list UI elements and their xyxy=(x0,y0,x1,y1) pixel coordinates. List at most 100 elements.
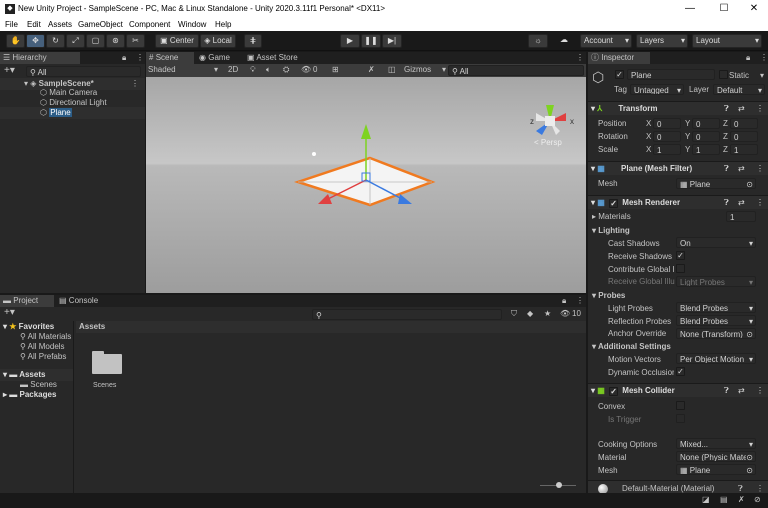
tab-inspector[interactable]: ⓘ Inspector xyxy=(588,52,650,64)
additional-settings-foldout[interactable]: ▾ Additional Settings xyxy=(592,342,671,351)
folder-scenes[interactable] xyxy=(92,351,122,375)
preset-icon[interactable]: ⇄ xyxy=(738,102,745,116)
motion-vectors-dropdown[interactable]: Per Object Motion xyxy=(676,353,756,364)
static-dropdown-icon[interactable]: ▾ xyxy=(760,71,764,80)
layout-dropdown[interactable]: Layout xyxy=(692,34,762,48)
gizmo-x-arrow[interactable] xyxy=(318,194,332,204)
scene-search-input[interactable]: ⚲ All xyxy=(448,65,584,76)
help-icon[interactable]: ❓︎ xyxy=(724,384,729,398)
layers-dropdown[interactable]: Layers xyxy=(636,34,688,48)
rotation-y-field[interactable]: 0 xyxy=(692,131,720,142)
preset-icon[interactable]: ⇄ xyxy=(738,162,745,176)
project-search-input[interactable]: ⚲ xyxy=(312,309,502,320)
step-button[interactable]: ▶| xyxy=(382,34,402,48)
mode-2d-button[interactable]: 2D xyxy=(228,65,238,74)
component-menu-icon[interactable]: ⋮ xyxy=(756,196,764,210)
pause-button[interactable]: ❚❚ xyxy=(361,34,381,48)
panel-menu-icon[interactable]: ⋮ xyxy=(760,53,768,62)
contribute-gi-checkbox[interactable] xyxy=(676,264,685,273)
packages-node[interactable]: ▸ ▬ Packages xyxy=(3,389,56,401)
reflection-probes-dropdown[interactable]: Blend Probes xyxy=(676,315,756,326)
lock-icon[interactable]: 🔒︎ xyxy=(562,296,566,306)
light-icon[interactable] xyxy=(312,152,316,156)
close-button[interactable]: ✕ xyxy=(744,2,764,16)
panel-menu-icon[interactable]: ⋮ xyxy=(576,296,584,305)
component-menu-icon[interactable]: ⋮ xyxy=(756,384,764,398)
materials-foldout[interactable]: ▸ Materials xyxy=(592,212,631,221)
light-probes-dropdown[interactable]: Blend Probes xyxy=(676,302,756,313)
maximize-button[interactable]: ☐ xyxy=(714,2,734,16)
position-z-field[interactable]: 0 xyxy=(730,118,758,129)
convex-checkbox[interactable] xyxy=(676,401,685,410)
help-icon[interactable]: ❓︎ xyxy=(724,102,729,116)
rotation-z-field[interactable]: 0 xyxy=(730,131,758,142)
tag-dropdown[interactable]: Untagged xyxy=(630,84,684,95)
menu-gameobject[interactable]: GameObject xyxy=(78,20,123,29)
list-item[interactable]: ⚲ All Prefabs xyxy=(20,351,66,363)
object-picker-icon[interactable]: ⊙ xyxy=(746,179,753,188)
menu-assets[interactable]: Assets xyxy=(48,20,72,29)
object-name-input[interactable]: Plane xyxy=(627,69,715,80)
hierarchy-search-input[interactable]: ⚲ All xyxy=(26,66,141,77)
component-menu-icon[interactable]: ⋮ xyxy=(756,102,764,116)
probes-foldout[interactable]: ▾ Probes xyxy=(592,291,625,300)
progress-check-icon[interactable]: ⊘ xyxy=(754,495,761,504)
lighting-icon[interactable]: 💡︎ xyxy=(250,65,256,75)
effects-icon[interactable]: ⛭ xyxy=(283,65,289,75)
scene-viewport[interactable]: z x < Persp xyxy=(146,77,586,293)
mesh-collider-enabled-checkbox[interactable]: ✓ xyxy=(609,387,619,396)
menu-help[interactable]: Help xyxy=(215,20,231,29)
breadcrumb[interactable]: Assets xyxy=(76,321,586,333)
tab-asset-store[interactable]: ▣ Asset Store xyxy=(244,52,308,64)
position-y-field[interactable]: 0 xyxy=(692,118,720,129)
bug-icon[interactable]: ✗ xyxy=(738,495,745,504)
persp-label[interactable]: < Persp xyxy=(534,138,562,147)
transform-header[interactable]: ▾ ⅄ Transform ❓︎ ⇄ ⋮ xyxy=(588,101,768,115)
rect-tool-icon[interactable]: ▢ xyxy=(86,34,105,48)
gizmo-y-arrow[interactable] xyxy=(361,124,371,139)
tab-console[interactable]: ▤ Console xyxy=(56,295,106,307)
panel-menu-icon[interactable]: ⋮ xyxy=(576,53,584,62)
collider-mesh-field[interactable]: ▦ Plane ⊙ xyxy=(676,464,756,475)
hidden-packages-icon[interactable]: 👁︎ xyxy=(560,309,570,318)
hidden-objects-icon[interactable]: 👁︎ xyxy=(301,65,311,74)
tab-scene[interactable]: # Scene xyxy=(146,52,194,64)
tab-game[interactable]: ◉ Game xyxy=(196,52,238,64)
hand-tool-icon[interactable]: ✋ xyxy=(6,34,25,48)
material-header[interactable]: Default-Material (Material) ❓︎ ⋮ xyxy=(588,480,768,494)
audio-icon[interactable]: 🔈︎ xyxy=(266,65,271,75)
scene-menu-icon[interactable]: ⋮ xyxy=(131,78,139,90)
object-picker-icon[interactable]: ⊙ xyxy=(746,329,753,338)
layer-dropdown[interactable]: Default xyxy=(713,84,765,95)
static-checkbox[interactable] xyxy=(719,70,728,79)
receive-shadows-checkbox[interactable]: ✓ xyxy=(676,251,685,260)
create-button[interactable]: +▾ xyxy=(4,65,15,76)
lock-icon[interactable]: 🔒︎ xyxy=(122,53,126,63)
menu-window[interactable]: Window xyxy=(178,20,206,29)
camera-icon[interactable]: ⊞ xyxy=(332,65,339,74)
cache-server-icon[interactable]: ▤ xyxy=(720,495,728,504)
anchor-override-field[interactable]: None (Transform) ⊙ xyxy=(676,328,756,339)
panel-menu-icon[interactable]: ⋮ xyxy=(136,53,144,62)
dynamic-occlusion-checkbox[interactable]: ✓ xyxy=(676,367,685,376)
scale-x-field[interactable]: 1 xyxy=(653,144,681,155)
physic-material-field[interactable]: None (Physic Mate ⊙ xyxy=(676,451,756,462)
custom-tool-icon[interactable]: ✂ xyxy=(126,34,145,48)
auto-generate-icon[interactable]: ◪ xyxy=(702,495,710,504)
component-menu-icon[interactable]: ⋮ xyxy=(756,162,764,176)
minimize-button[interactable]: — xyxy=(680,2,700,16)
list-item-selected[interactable]: ⬡ Plane xyxy=(0,107,145,119)
lock-icon[interactable]: 🔒︎ xyxy=(746,53,750,63)
menu-file[interactable]: File xyxy=(5,20,18,29)
tab-project[interactable]: ▬ Project xyxy=(0,295,54,307)
active-checkbox[interactable]: ✓ xyxy=(615,70,624,79)
filter-label-icon[interactable]: ◆ xyxy=(527,309,533,318)
menu-component[interactable]: Component xyxy=(129,20,170,29)
rotate-tool-icon[interactable]: ↻ xyxy=(46,34,65,48)
scale-y-field[interactable]: 1 xyxy=(692,144,720,155)
mesh-filter-header[interactable]: ▾ ▦ Plane (Mesh Filter) ❓︎ ⇄ ⋮ xyxy=(588,161,768,175)
cooking-options-dropdown[interactable]: Mixed... xyxy=(676,438,756,449)
scale-z-field[interactable]: 1 xyxy=(730,144,758,155)
help-icon[interactable]: ❓︎ xyxy=(724,196,729,210)
favorite-star-icon[interactable]: ★ xyxy=(544,309,551,318)
